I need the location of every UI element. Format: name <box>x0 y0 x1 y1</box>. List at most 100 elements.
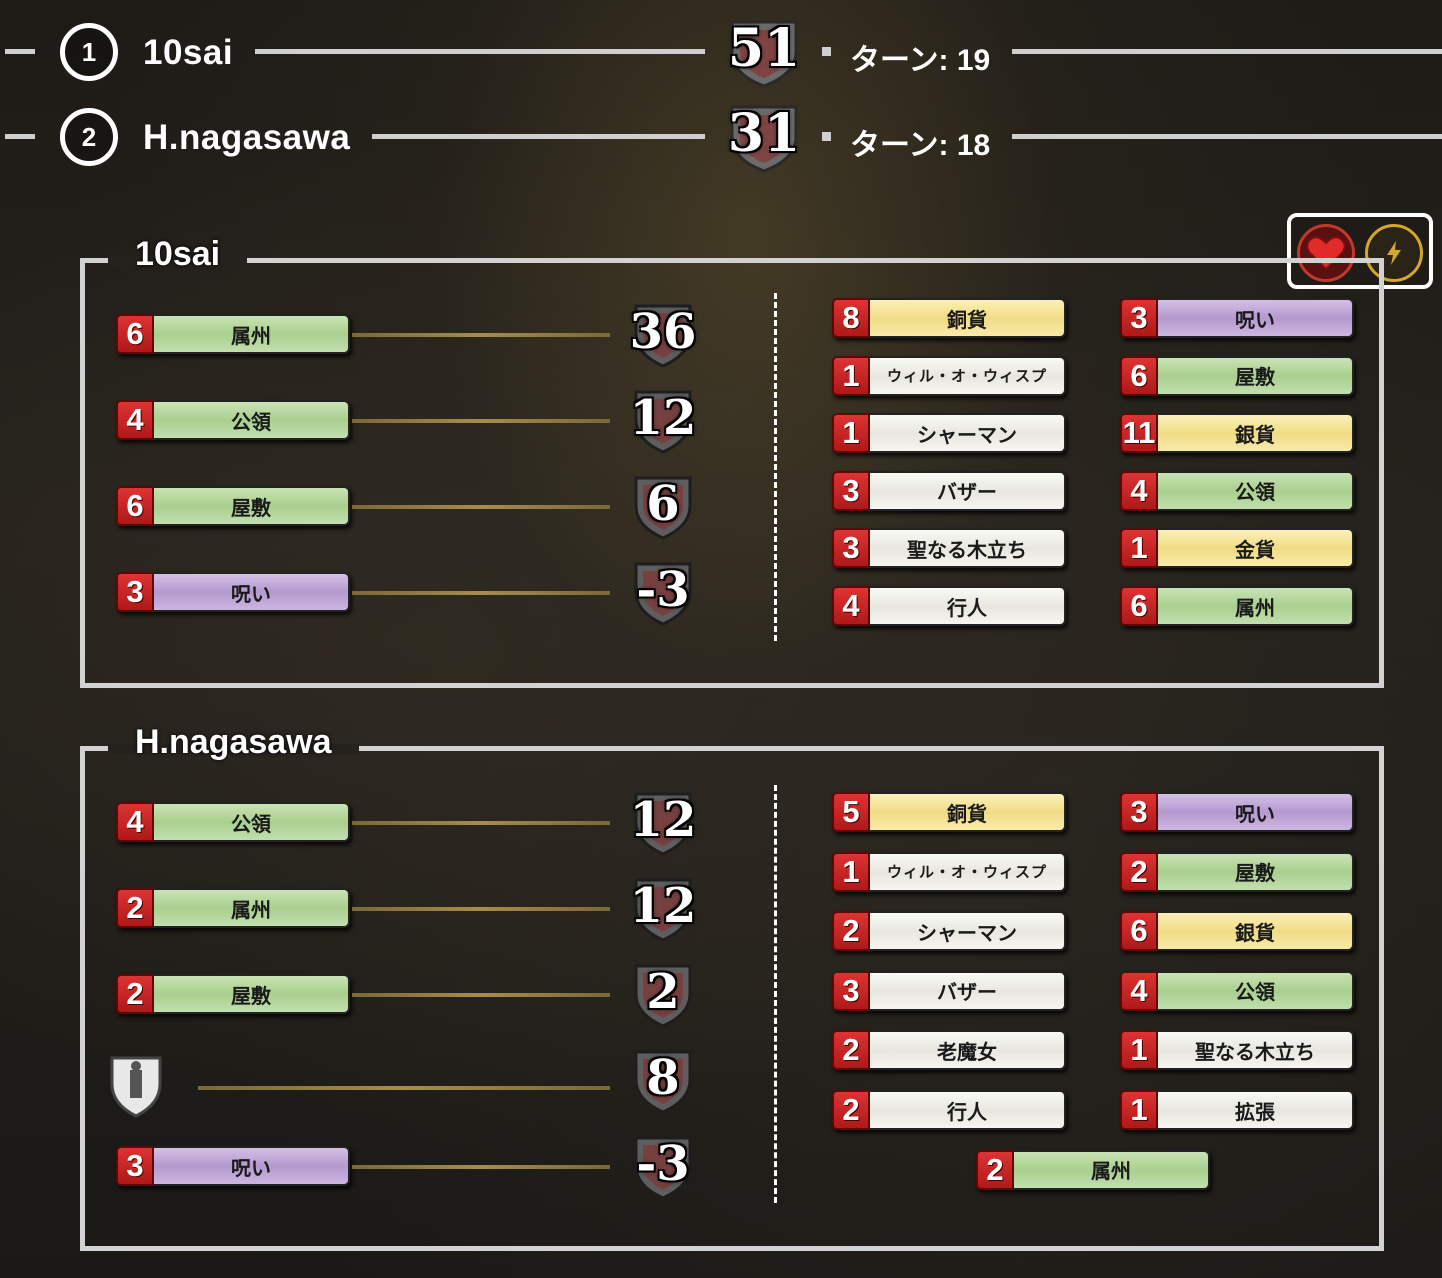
card-count: 1 <box>1120 1090 1158 1130</box>
card-name: 呪い <box>154 572 350 612</box>
card-pill[interactable]: 2 属州 <box>976 1149 1210 1190</box>
panel-player-name: 10sai <box>135 235 221 273</box>
card-count: 1 <box>832 413 870 454</box>
card-count: 4 <box>1120 470 1158 511</box>
vp-shield: -3 <box>630 1132 696 1200</box>
card-count: 1 <box>832 851 870 892</box>
card-name: 老魔女 <box>870 1030 1066 1071</box>
card-name: 銅貨 <box>870 298 1066 338</box>
vp-value: -3 <box>636 1136 690 1192</box>
summary-turns: ターン: 18 <box>850 129 991 162</box>
card-pill[interactable]: 3 バザー <box>832 970 1066 1011</box>
card-count: 2 <box>116 974 154 1014</box>
card-pill[interactable]: 11 銀貨 <box>1120 413 1354 454</box>
card-name: 聖なる木立ち <box>1158 1030 1354 1071</box>
vp-shield: 12 <box>630 788 696 856</box>
card-pill[interactable]: 4 公領 <box>116 802 350 842</box>
card-name: 銀貨 <box>1158 911 1354 952</box>
vp-connector-line <box>352 821 610 825</box>
card-pill[interactable]: 1 聖なる木立ち <box>1120 1030 1354 1071</box>
vp-connector-line <box>352 993 610 997</box>
card-pill[interactable]: 1 シャーマン <box>832 413 1066 454</box>
vp-connector-line <box>352 333 610 337</box>
card-pill[interactable]: 3 呪い <box>116 572 350 612</box>
summary-line <box>5 134 35 139</box>
vp-value: 8 <box>646 1050 680 1106</box>
card-pill[interactable]: 3 呪い <box>116 1146 350 1186</box>
vp-shield: 12 <box>630 386 696 454</box>
summary-player-name: 10sai <box>143 33 234 72</box>
card-count: 3 <box>832 970 870 1011</box>
card-pill[interactable]: 2 屋敷 <box>116 974 350 1014</box>
card-pill[interactable]: 6 屋敷 <box>116 486 350 526</box>
card-pill[interactable]: 3 バザー <box>832 470 1066 511</box>
vp-shield: 36 <box>630 300 696 368</box>
card-count: 2 <box>832 1090 870 1130</box>
vp-connector-line <box>352 1165 610 1169</box>
card-count: 4 <box>1120 970 1158 1011</box>
card-name: 属州 <box>1014 1149 1210 1190</box>
card-pill[interactable]: 1 ウィル・オ・ウィスプ <box>832 355 1066 396</box>
card-name: シャーマン <box>870 413 1066 454</box>
card-pill[interactable]: 2 行人 <box>832 1090 1066 1130</box>
card-count: 5 <box>832 792 870 832</box>
card-pill[interactable]: 2 老魔女 <box>832 1030 1066 1071</box>
vp-value: -3 <box>636 562 690 618</box>
card-count: 6 <box>116 486 154 526</box>
summary-line <box>5 49 35 54</box>
summary-vp-value: 31 <box>727 103 801 164</box>
card-pill[interactable]: 2 屋敷 <box>1120 851 1354 892</box>
card-pill[interactable]: 3 呪い <box>1120 792 1354 832</box>
card-pill[interactable]: 4 公領 <box>116 400 350 440</box>
vp-value: 12 <box>629 390 697 446</box>
card-name: 呪い <box>1158 298 1354 338</box>
card-pill[interactable]: 4 公領 <box>1120 470 1354 511</box>
vp-value: 12 <box>629 792 697 848</box>
card-pill[interactable]: 1 拡張 <box>1120 1090 1354 1130</box>
summary-player-name: H.nagasawa <box>143 118 351 157</box>
card-name: 銅貨 <box>870 792 1066 832</box>
card-name: 公領 <box>1158 970 1354 1011</box>
card-count: 2 <box>832 911 870 952</box>
card-name: 公領 <box>154 802 350 842</box>
summary-vp-value: 51 <box>727 18 801 79</box>
card-pill[interactable]: 5 銅貨 <box>832 792 1066 832</box>
card-pill[interactable]: 6 属州 <box>116 314 350 354</box>
card-pill[interactable]: 6 属州 <box>1120 586 1354 626</box>
card-pill[interactable]: 2 属州 <box>116 888 350 928</box>
token-shield-icon <box>110 1056 162 1118</box>
card-count: 3 <box>832 528 870 569</box>
summary-line <box>372 134 705 139</box>
card-count: 6 <box>1120 355 1158 396</box>
rank-badge: 2 <box>60 108 118 166</box>
card-pill[interactable]: 4 公領 <box>1120 970 1354 1011</box>
card-pill[interactable]: 6 銀貨 <box>1120 911 1354 952</box>
vp-shield: 6 <box>630 472 696 540</box>
card-count: 1 <box>832 355 870 396</box>
lightning-icon <box>1387 241 1401 265</box>
card-pill[interactable]: 6 屋敷 <box>1120 355 1354 396</box>
card-count: 4 <box>116 802 154 842</box>
card-pill[interactable]: 2 シャーマン <box>832 911 1066 952</box>
card-name: 屋敷 <box>154 974 350 1014</box>
card-name: 属州 <box>1158 586 1354 626</box>
card-name: 行人 <box>870 586 1066 626</box>
turn-dot <box>822 47 831 56</box>
card-pill[interactable]: 3 聖なる木立ち <box>832 528 1066 569</box>
card-pill[interactable]: 8 銅貨 <box>832 298 1066 338</box>
card-pill[interactable]: 3 呪い <box>1120 298 1354 338</box>
summary-turns: ターン: 19 <box>850 44 991 77</box>
card-count: 8 <box>832 298 870 338</box>
card-pill[interactable]: 1 ウィル・オ・ウィスプ <box>832 851 1066 892</box>
card-name: ウィル・オ・ウィスプ <box>870 355 1066 396</box>
card-name: 拡張 <box>1158 1090 1354 1130</box>
vp-connector-line <box>352 907 610 911</box>
card-name: 呪い <box>1158 792 1354 832</box>
vp-value: 12 <box>629 878 697 934</box>
card-pill[interactable]: 4 行人 <box>832 586 1066 626</box>
turn-dot <box>822 132 831 141</box>
card-count: 3 <box>832 470 870 511</box>
card-pill[interactable]: 1 金貨 <box>1120 528 1354 569</box>
card-count: 6 <box>116 314 154 354</box>
vp-connector-line <box>352 591 610 595</box>
